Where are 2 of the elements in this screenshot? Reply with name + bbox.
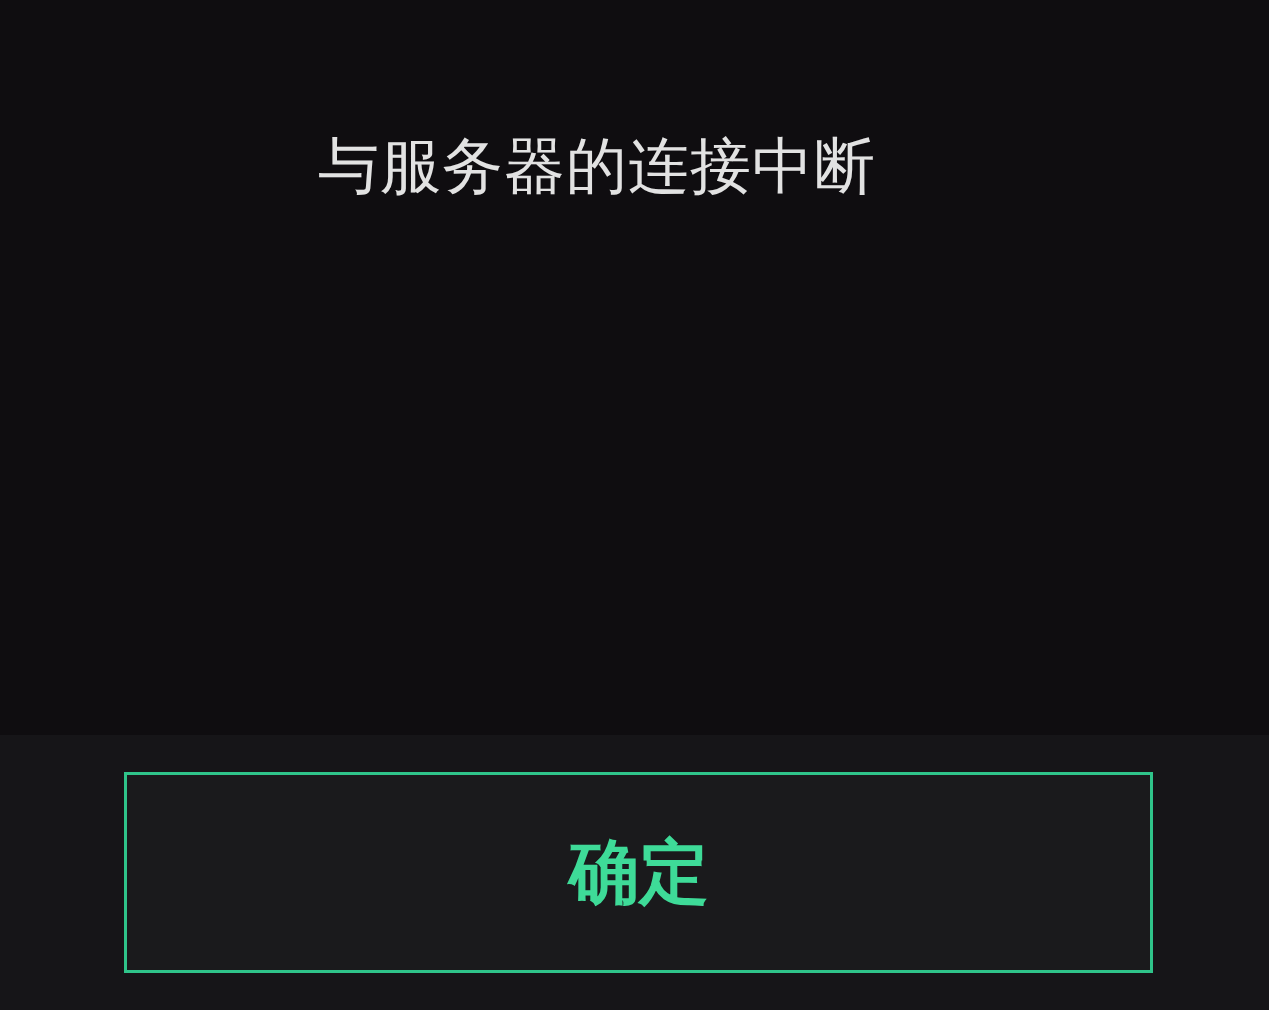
confirm-button[interactable]: 确定 (124, 772, 1153, 973)
dialog-message: 与服务器的连接中断 (318, 129, 876, 203)
